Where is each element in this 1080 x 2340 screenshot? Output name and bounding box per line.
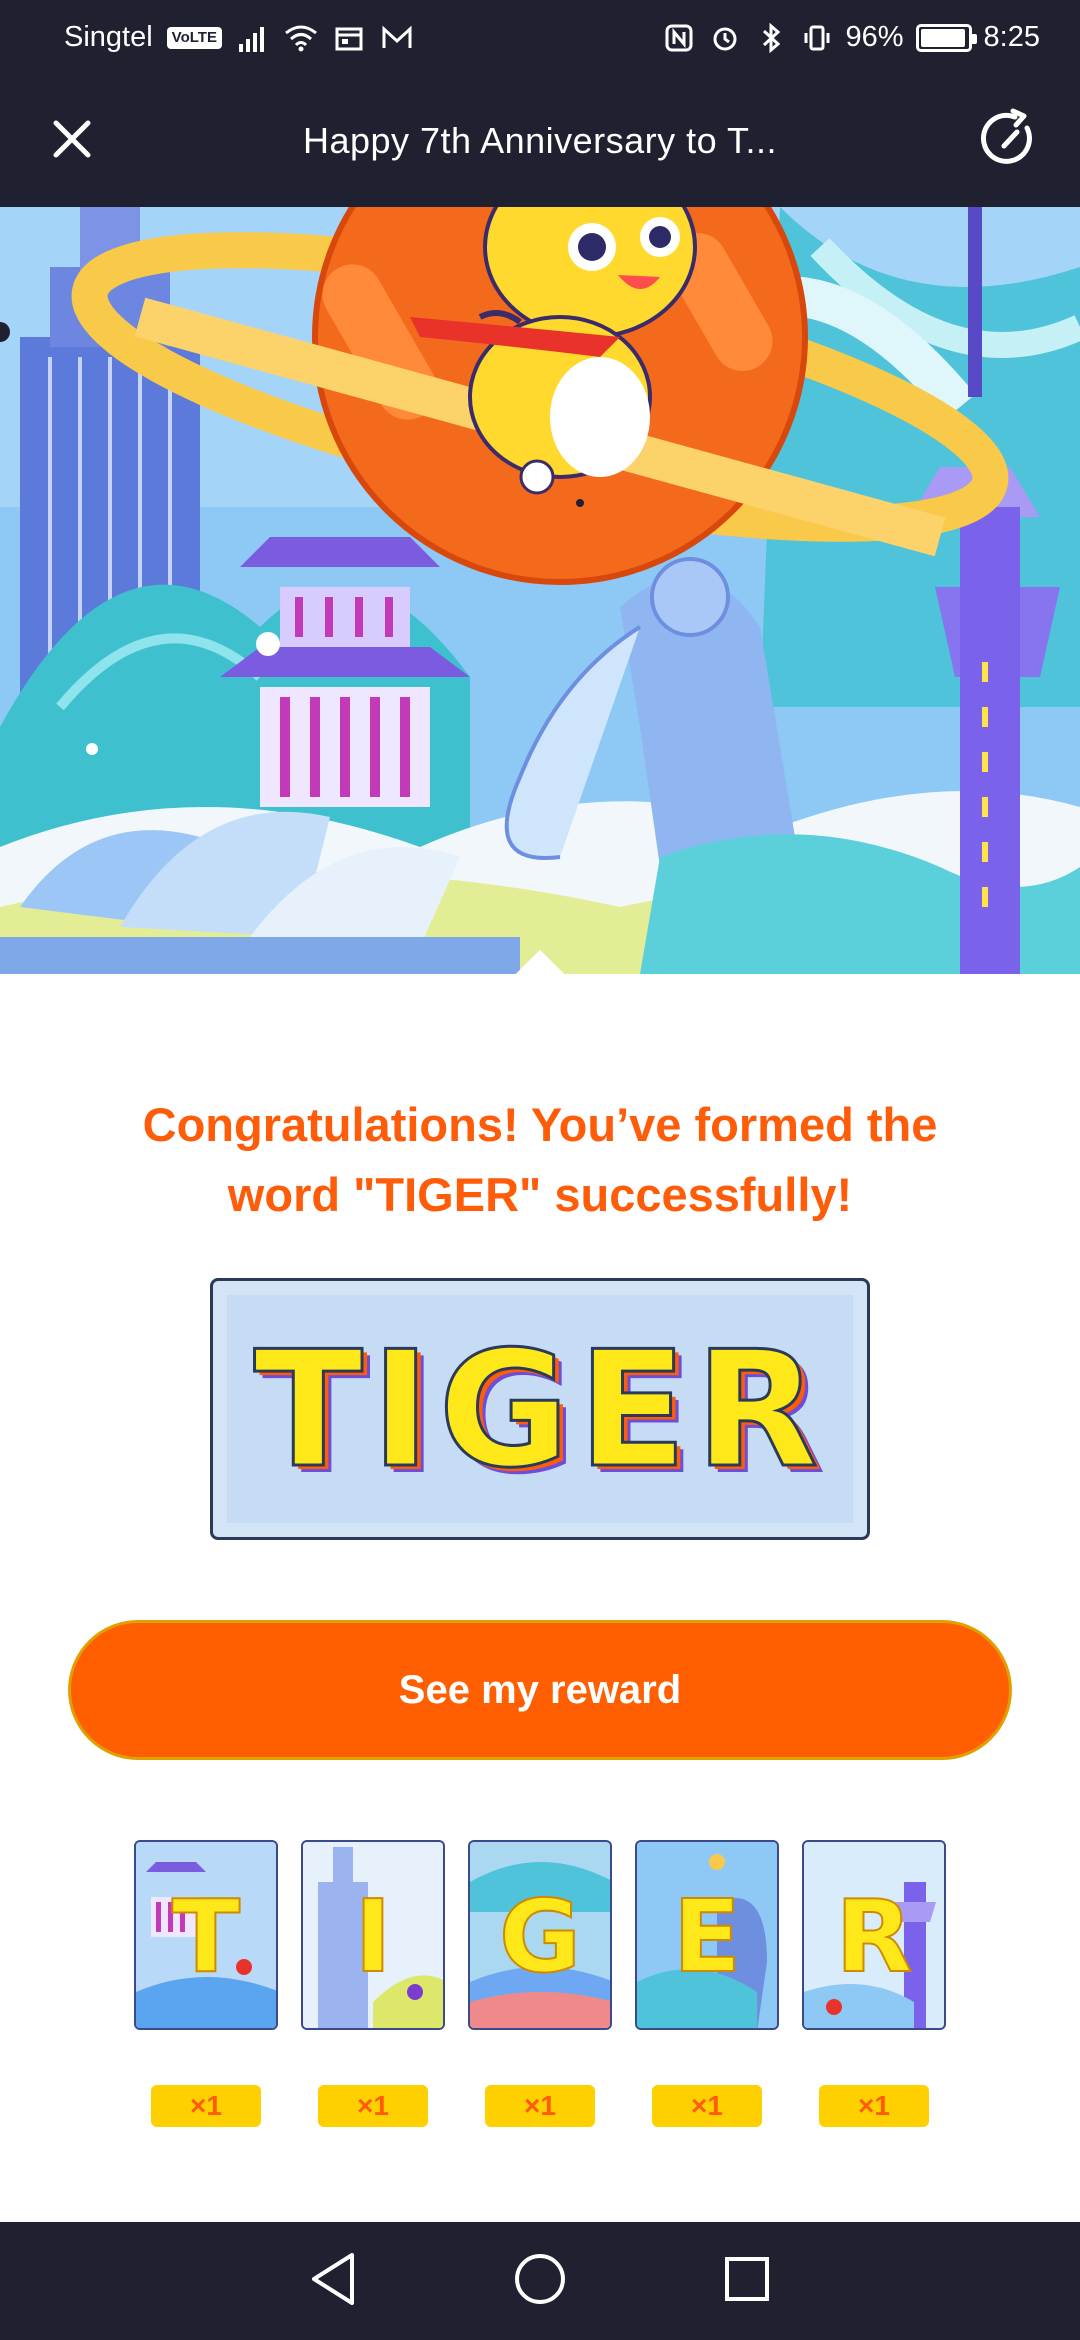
- page-title: Happy 7th Anniversary to T...: [302, 120, 778, 161]
- status-right: 96% 8:25: [662, 21, 1040, 55]
- nav-home-button[interactable]: [495, 2236, 585, 2326]
- card-count-badge-r: ×1: [819, 2085, 929, 2127]
- letter-cards: T I G E R: [134, 1840, 954, 2060]
- app-header: Happy 7th Anniversary to T...: [0, 75, 1080, 207]
- card-count-badge-t: ×1: [151, 2085, 261, 2127]
- nfc-icon: [662, 21, 696, 55]
- recents-icon: [723, 2255, 771, 2308]
- card-count-badge-g: ×1: [485, 2085, 595, 2127]
- clock: 8:25: [983, 21, 1040, 53]
- letter-card-g: G: [468, 1840, 612, 2030]
- mail-icon: [380, 21, 414, 55]
- volte-badge: VoLTE: [166, 26, 222, 49]
- letter-card-t: T: [134, 1840, 278, 2030]
- alarm-icon: [708, 21, 742, 55]
- formed-word: TIGER: [252, 1314, 827, 1504]
- bluetooth-icon: [754, 21, 788, 55]
- refresh-icon: [977, 108, 1039, 175]
- carrier-name: Singtel: [64, 21, 153, 53]
- card-letter: T: [171, 1878, 241, 1995]
- refresh-button[interactable]: [936, 75, 1080, 207]
- card-count-badge-i: ×1: [318, 2085, 428, 2127]
- signal-icon: [236, 21, 270, 55]
- card-count-badge-e: ×1: [652, 2085, 762, 2127]
- letter-card-e: E: [635, 1840, 779, 2030]
- close-icon: [50, 117, 94, 166]
- nav-back-button[interactable]: [288, 2236, 378, 2326]
- status-bar: Singtel VoLTE 96% 8:25: [0, 0, 1080, 75]
- wifi-icon: [284, 21, 318, 55]
- card-letter: R: [834, 1878, 913, 1995]
- home-icon: [513, 2252, 567, 2311]
- anniversary-banner-illustration: [0, 207, 1080, 974]
- close-button[interactable]: [0, 75, 144, 207]
- status-left: Singtel VoLTE: [64, 21, 414, 55]
- battery-icon: [915, 23, 977, 52]
- card-letter: I: [353, 1878, 392, 1995]
- card-letter: G: [498, 1878, 582, 1995]
- back-icon: [308, 2251, 358, 2312]
- letter-card-i: I: [301, 1840, 445, 2030]
- formed-word-display: TIGER: [210, 1278, 870, 1540]
- calendar-icon: [332, 21, 366, 55]
- vibrate-icon: [800, 21, 834, 55]
- nav-recents-button[interactable]: [702, 2236, 792, 2326]
- card-letter: E: [672, 1878, 742, 1995]
- letter-card-r: R: [802, 1840, 946, 2030]
- battery-fill: [920, 28, 965, 47]
- congrats-line-1: Congratulations! You’ve formed the: [142, 1098, 938, 1151]
- congratulations-message: Congratulations! You’ve formed the word …: [60, 1090, 1020, 1230]
- battery-percent: 96%: [845, 21, 904, 53]
- system-nav-bar: [0, 2222, 1080, 2340]
- congrats-line-2: word "TIGER" successfully!: [227, 1168, 853, 1221]
- see-reward-button[interactable]: See my reward: [68, 1620, 1012, 1760]
